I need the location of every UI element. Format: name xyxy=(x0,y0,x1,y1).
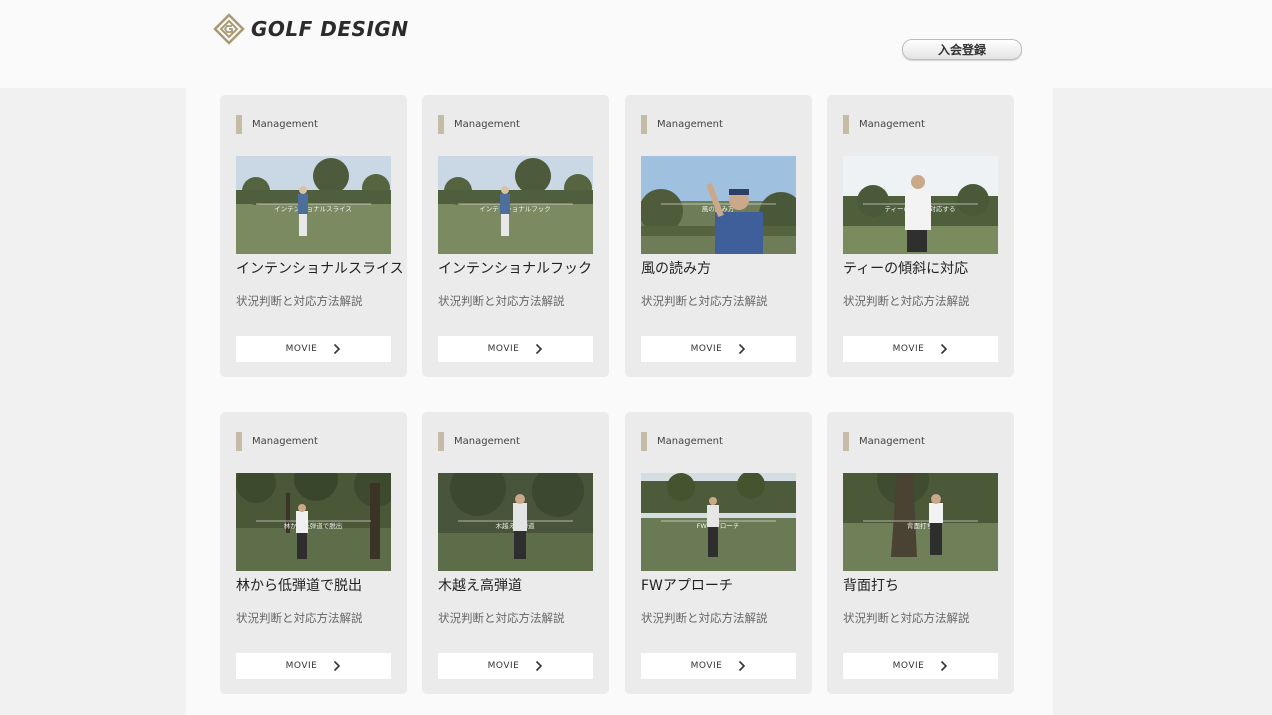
category-label: Management xyxy=(252,119,318,130)
register-button[interactable]: 入会登録 xyxy=(902,39,1022,60)
category-tag: Management xyxy=(641,115,723,134)
video-thumbnail[interactable]: 風の読み方 xyxy=(641,156,796,254)
movie-button[interactable]: MOVIE xyxy=(843,653,998,679)
category-label: Management xyxy=(454,119,520,130)
category-bar xyxy=(236,432,242,451)
video-thumbnail[interactable]: インテンショナルスライス xyxy=(236,156,391,254)
video-card-5: Management 林から低弾道で脱出 林から低弾道で脱出 状況判断と対応方法… xyxy=(220,412,407,694)
category-tag: Management xyxy=(843,432,925,451)
chevron-right-icon xyxy=(739,343,746,355)
movie-button[interactable]: MOVIE xyxy=(236,653,391,679)
movie-button-label: MOVIE xyxy=(892,344,925,354)
category-label: Management xyxy=(252,436,318,447)
category-tag: Management xyxy=(438,432,520,451)
video-description: 状況判断と対応方法解説 xyxy=(843,611,970,625)
video-title: 背面打ち xyxy=(843,578,899,594)
category-tag: Management xyxy=(236,115,318,134)
movie-button-label: MOVIE xyxy=(285,661,318,671)
site-logo[interactable]: GOLF DESIGN xyxy=(213,13,409,45)
video-thumbnail[interactable]: ティーの傾斜に対応する xyxy=(843,156,998,254)
movie-button-label: MOVIE xyxy=(487,344,520,354)
movie-button-label: MOVIE xyxy=(487,661,520,671)
category-label: Management xyxy=(657,119,723,130)
category-tag: Management xyxy=(438,115,520,134)
video-card-3: Management 風の読み方 風の読み方 状況判断と対応方法解説 MOVIE xyxy=(625,95,812,377)
video-title: インテンショナルフック xyxy=(438,261,592,277)
category-bar xyxy=(641,432,647,451)
category-label: Management xyxy=(657,436,723,447)
chevron-right-icon xyxy=(334,343,341,355)
thumbnail-caption: 林から低弾道で脱出 xyxy=(284,521,343,530)
site-header: GOLF DESIGN 入会登録 xyxy=(0,0,1272,88)
video-description: 状況判断と対応方法解説 xyxy=(236,294,363,308)
video-card-2: Management インテンショナルフック インテンショナルフック 状況判断と… xyxy=(422,95,609,377)
movie-button-label: MOVIE xyxy=(285,344,318,354)
video-card-7: Management FWアプローチ FWアプローチ 状況判断と対応方法解説 M… xyxy=(625,412,812,694)
video-description: 状況判断と対応方法解説 xyxy=(236,611,363,625)
chevron-right-icon xyxy=(941,343,948,355)
video-thumbnail[interactable]: 林から低弾道で脱出 xyxy=(236,473,391,571)
category-label: Management xyxy=(454,436,520,447)
video-card-1: Management インテンショナルスライス インテンショナルスライス 状況判… xyxy=(220,95,407,377)
movie-button[interactable]: MOVIE xyxy=(641,653,796,679)
movie-button[interactable]: MOVIE xyxy=(438,653,593,679)
video-thumbnail[interactable]: 背面打ち xyxy=(843,473,998,571)
movie-button[interactable]: MOVIE xyxy=(641,336,796,362)
movie-button[interactable]: MOVIE xyxy=(438,336,593,362)
movie-button[interactable]: MOVIE xyxy=(236,336,391,362)
video-card-4: Management ティーの傾斜に対応する ティーの傾斜に対応 状況判断と対応… xyxy=(827,95,1014,377)
video-title: FWアプローチ xyxy=(641,578,733,594)
thumbnail-caption: インテンショナルスライス xyxy=(274,205,352,213)
video-title: 風の読み方 xyxy=(641,261,711,277)
category-bar xyxy=(843,432,849,451)
logo-mark-icon xyxy=(213,13,245,45)
movie-button-label: MOVIE xyxy=(892,661,925,671)
video-title: インテンショナルスライス xyxy=(236,261,404,277)
video-thumbnail[interactable]: インテンショナルフック xyxy=(438,156,593,254)
chevron-right-icon xyxy=(334,660,341,672)
video-thumbnail[interactable]: FWアプローチ xyxy=(641,473,796,571)
movie-button-label: MOVIE xyxy=(690,661,723,671)
movie-button-label: MOVIE xyxy=(690,344,723,354)
video-description: 状況判断と対応方法解説 xyxy=(641,611,768,625)
video-title: 林から低弾道で脱出 xyxy=(236,578,362,594)
category-bar xyxy=(641,115,647,134)
chevron-right-icon xyxy=(739,660,746,672)
category-label: Management xyxy=(859,436,925,447)
video-thumbnail[interactable]: 木越え高弾道 xyxy=(438,473,593,571)
category-label: Management xyxy=(859,119,925,130)
video-description: 状況判断と対応方法解説 xyxy=(641,294,768,308)
category-tag: Management xyxy=(641,432,723,451)
chevron-right-icon xyxy=(536,660,543,672)
movie-button[interactable]: MOVIE xyxy=(843,336,998,362)
video-title: 木越え高弾道 xyxy=(438,578,522,594)
video-grid: Management インテンショナルスライス インテンショナルスライス 状況判… xyxy=(186,88,1053,715)
chevron-right-icon xyxy=(941,660,948,672)
video-title: ティーの傾斜に対応 xyxy=(843,261,969,277)
category-tag: Management xyxy=(843,115,925,134)
category-bar xyxy=(236,115,242,134)
category-bar xyxy=(438,115,444,134)
thumbnail-caption: インテンショナルフック xyxy=(479,205,551,213)
video-description: 状況判断と対応方法解説 xyxy=(843,294,970,308)
video-card-8: Management 背面打ち 背面打ち 状況判断と対応方法解説 MOVIE xyxy=(827,412,1014,694)
video-card-6: Management 木越え高弾道 木越え高弾道 状況判断と対応方法解説 MOV… xyxy=(422,412,609,694)
category-tag: Management xyxy=(236,432,318,451)
video-description: 状況判断と対応方法解説 xyxy=(438,611,565,625)
category-bar xyxy=(843,115,849,134)
video-description: 状況判断と対応方法解説 xyxy=(438,294,565,308)
chevron-right-icon xyxy=(536,343,543,355)
category-bar xyxy=(438,432,444,451)
logo-text: GOLF DESIGN xyxy=(251,17,409,41)
